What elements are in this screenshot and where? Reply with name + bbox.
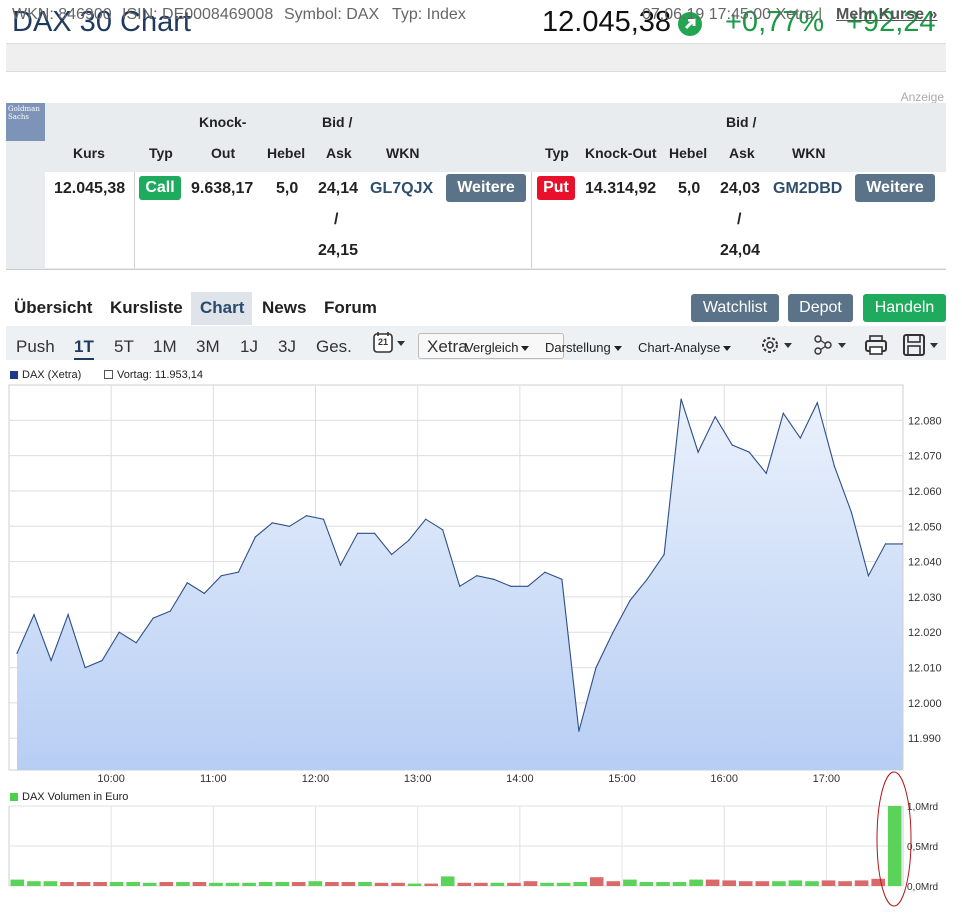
volume-bar: [871, 878, 885, 886]
volume-bar: [341, 882, 356, 886]
volume-bar: [176, 882, 190, 886]
volume-bar: [705, 879, 720, 886]
volume-bar: [440, 876, 455, 886]
volume-tick-label: 1,0Mrd: [907, 802, 938, 813]
volume-bar: [242, 882, 256, 886]
volume-bar: [225, 882, 240, 886]
volume-bar: [805, 881, 819, 886]
volume-tick-label: 0,0Mrd: [907, 882, 938, 893]
volume-bar: [109, 882, 124, 886]
volume-bar: [573, 882, 587, 886]
volume-bar: [738, 881, 753, 886]
volume-bar: [772, 881, 786, 886]
volume-bar: [722, 880, 736, 886]
volume-bar: [358, 882, 372, 886]
volume-bar: [60, 882, 74, 886]
volume-bar: [556, 882, 571, 886]
volume-bar: [854, 880, 869, 886]
volume-bar: [10, 879, 25, 886]
volume-bar: [507, 882, 521, 886]
volume-bar: [639, 882, 654, 886]
volume-bar: [27, 881, 41, 886]
volume-bar: [606, 881, 621, 886]
volume-bar: [43, 881, 58, 886]
volume-bar: [457, 882, 472, 886]
volume-bar: [689, 879, 703, 886]
volume-bar: [589, 877, 604, 886]
volume-bar: [126, 882, 140, 886]
volume-bar: [656, 882, 670, 886]
volume-bar: [308, 881, 323, 886]
volume-bar: [76, 882, 91, 886]
volume-bar: [755, 881, 770, 886]
volume-bar: [672, 882, 687, 886]
volume-bar: [540, 882, 554, 886]
volume-bar: [159, 882, 174, 886]
volume-bar: [258, 882, 273, 886]
volume-bar: [391, 882, 405, 886]
volume-bar: [93, 882, 107, 886]
volume-bar: [623, 879, 637, 886]
volume-bar: [192, 882, 207, 886]
volume-bar: [424, 883, 438, 886]
volume-bar: [821, 880, 836, 886]
volume-bar: [209, 882, 223, 886]
volume-bar: [523, 881, 538, 886]
volume-bar: [838, 881, 852, 886]
volume-tick-label: 0,5Mrd: [907, 842, 938, 853]
volume-bar: [142, 882, 157, 886]
volume-bar: [275, 882, 289, 886]
volume-bar: [291, 882, 306, 886]
volume-bar: [490, 882, 505, 886]
volume-bar: [788, 880, 803, 886]
volume-bar: [407, 883, 422, 886]
volume-bar: [887, 806, 902, 886]
volume-bar: [325, 882, 339, 886]
volume-bar: [474, 882, 488, 886]
volume-chart[interactable]: 0,0Mrd 0,5Mrd 1,0Mrd: [0, 0, 962, 914]
volume-bar: [374, 882, 389, 886]
